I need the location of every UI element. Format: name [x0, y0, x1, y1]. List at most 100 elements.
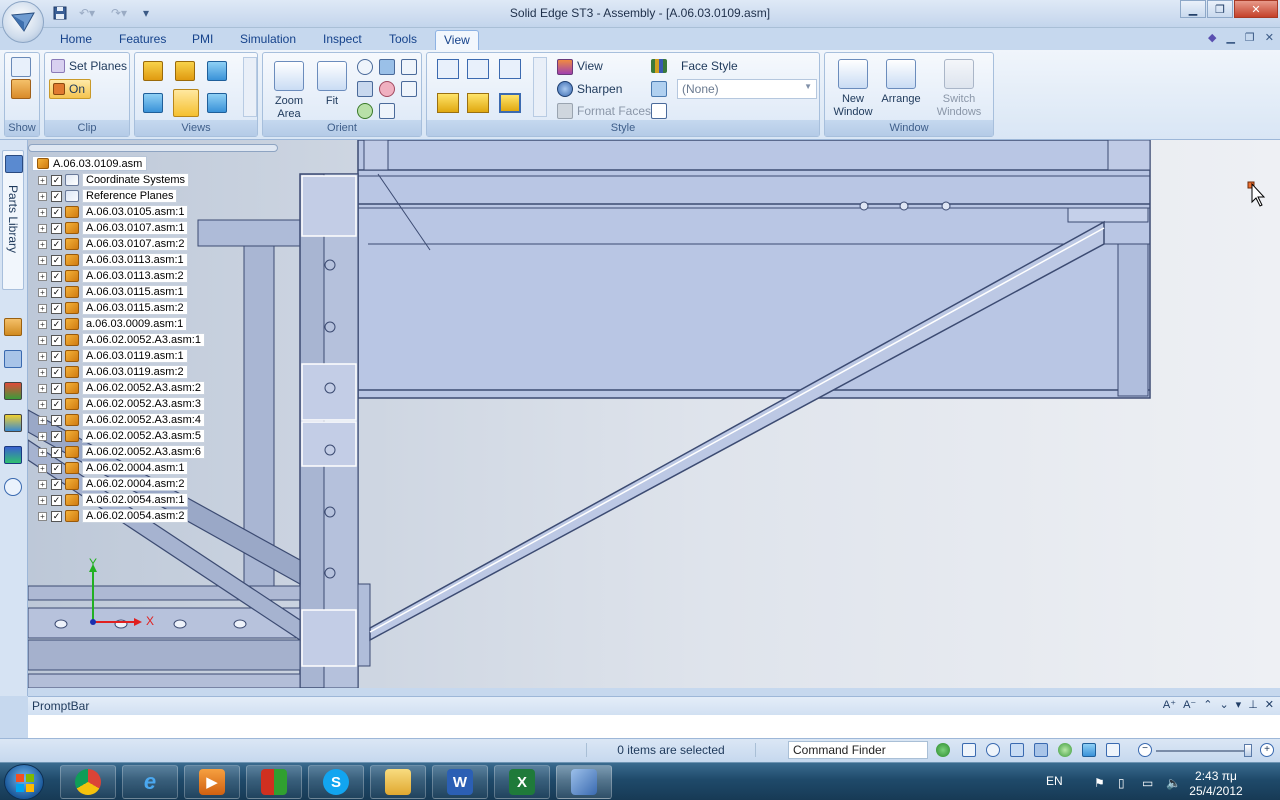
switch-windows-button[interactable]: Switch Windows — [927, 59, 991, 119]
set-planes-button[interactable]: Set Planes — [69, 59, 127, 73]
start-button[interactable] — [4, 764, 44, 800]
menu-icon[interactable]: ▾ — [1236, 698, 1242, 711]
action-center-icon[interactable]: ⚑ — [1094, 776, 1108, 790]
hidden-edges-cube-icon[interactable] — [499, 59, 521, 79]
view-front-icon[interactable] — [143, 61, 163, 81]
taskbar-app-red-green[interactable] — [246, 765, 302, 799]
layers-icon[interactable] — [4, 350, 22, 368]
expand-icon[interactable]: + — [38, 287, 47, 297]
views-gallery-scroll[interactable] — [243, 57, 257, 117]
visibility-checkbox[interactable]: ✓ — [51, 174, 62, 186]
shaded-edges-cube-icon[interactable] — [467, 93, 489, 113]
promptbar-close-icon[interactable]: ✕ — [1265, 698, 1274, 711]
view-left-icon[interactable] — [143, 93, 163, 113]
help-icon[interactable]: ◆ — [1208, 31, 1216, 44]
tab-simulation[interactable]: Simulation — [232, 30, 304, 50]
visibility-checkbox[interactable]: ✓ — [51, 190, 62, 202]
tree-item[interactable]: + ✓ A.06.02.0052.A3.asm:4 — [38, 412, 205, 428]
rotate-status-icon[interactable] — [1058, 743, 1072, 757]
visibility-checkbox[interactable]: ✓ — [51, 350, 62, 362]
format-faces-button[interactable]: Format Faces — [577, 104, 651, 118]
tree-item[interactable]: + ✓ A.06.03.0105.asm:1 — [38, 204, 189, 220]
view-iso-icon[interactable] — [173, 89, 199, 117]
tree-item[interactable]: + ✓ A.06.03.0115.asm:1 — [38, 284, 188, 300]
expand-icon[interactable]: + — [38, 479, 47, 489]
taskbar-skype[interactable]: S — [308, 765, 364, 799]
command-finder-input[interactable]: Command Finder — [788, 741, 928, 759]
rotate-icon[interactable] — [357, 81, 373, 97]
tree-item[interactable]: + ✓ A.06.02.0052.A3.asm:1 — [38, 332, 205, 348]
expand-icon[interactable]: + — [38, 303, 47, 313]
tree-item[interactable]: + ✓ A.06.03.0113.asm:1 — [38, 252, 188, 268]
expand-icon[interactable]: + — [38, 511, 47, 521]
visibility-checkbox[interactable]: ✓ — [51, 254, 62, 266]
expand-icon[interactable]: + — [38, 175, 47, 185]
expand-icon[interactable]: + — [38, 223, 47, 233]
tree-root[interactable]: A.06.03.0109.asm — [32, 156, 148, 171]
pathfinder-resize-handle[interactable] — [28, 144, 278, 152]
tree-item[interactable]: + ✓ A.06.02.0054.asm:1 — [38, 492, 189, 508]
visibility-checkbox[interactable]: ✓ — [51, 430, 62, 442]
pin-icon[interactable]: ⊥ — [1248, 698, 1258, 711]
restore-icon[interactable]: ❐ — [1207, 0, 1233, 18]
tree-item[interactable]: + ✓ A.06.03.0107.asm:2 — [38, 236, 189, 252]
clock-date[interactable]: 25/4/2012 — [1176, 784, 1256, 798]
expand-icon[interactable]: + — [38, 431, 47, 441]
family-of-parts-icon[interactable] — [4, 446, 22, 464]
zoom-out-icon[interactable]: − — [1138, 743, 1152, 757]
fit-button[interactable]: Fit — [315, 61, 349, 108]
zoom-slider-track[interactable] — [1156, 750, 1252, 752]
expand-icon[interactable]: + — [38, 351, 47, 361]
zoom-slider[interactable]: − + — [1138, 743, 1276, 758]
doc-close-icon[interactable]: ✕ — [1265, 31, 1274, 44]
expand-icon[interactable]: + — [38, 207, 47, 217]
visibility-checkbox[interactable]: ✓ — [51, 382, 62, 394]
collapse-icon[interactable]: ⌃ — [1203, 698, 1212, 711]
settings-icon[interactable] — [4, 478, 22, 496]
pan-icon[interactable] — [379, 59, 395, 75]
visibility-checkbox[interactable]: ✓ — [51, 206, 62, 218]
shaded-cube-icon[interactable] — [437, 93, 459, 113]
power-icon[interactable]: ▯ — [1118, 776, 1132, 790]
view-bottom-icon[interactable] — [207, 93, 227, 113]
parts-library-tab[interactable]: Parts Library — [2, 150, 24, 290]
tab-features[interactable]: Features — [111, 30, 174, 50]
view-top-icon[interactable] — [175, 61, 195, 81]
show-parts-icon[interactable] — [11, 79, 31, 99]
tab-home[interactable]: Home — [52, 30, 100, 50]
tree-item[interactable]: + ✓ A.06.02.0004.asm:1 — [38, 460, 189, 476]
tree-item[interactable]: + ✓ A.06.02.0052.A3.asm:2 — [38, 380, 205, 396]
tree-item[interactable]: + ✓ A.06.02.0004.asm:2 — [38, 476, 189, 492]
new-window-button[interactable]: New Window — [829, 59, 877, 119]
tree-item[interactable]: + ✓ A.06.03.0113.asm:2 — [38, 268, 188, 284]
view-restore-icon[interactable] — [401, 59, 417, 75]
visibility-checkbox[interactable]: ✓ — [51, 494, 62, 506]
zoom-status-icon[interactable] — [986, 743, 1000, 757]
view-right-icon[interactable] — [207, 61, 227, 81]
tree-item[interactable]: + ✓ a.06.03.0009.asm:1 — [38, 316, 188, 332]
refresh-icon[interactable] — [936, 743, 950, 757]
taskbar-file-explorer[interactable] — [370, 765, 426, 799]
pathfinder-icon[interactable] — [4, 318, 22, 336]
previous-view-icon[interactable] — [357, 103, 373, 119]
doc-minimize-icon[interactable]: ▁ — [1226, 31, 1234, 44]
expand-icon[interactable]: + — [38, 399, 47, 409]
minimize-icon[interactable]: ▁ — [1180, 0, 1206, 18]
paint-icon[interactable] — [651, 81, 667, 97]
tree-item[interactable]: + ✓ A.06.02.0054.asm:2 — [38, 508, 189, 524]
style-gallery-scroll[interactable] — [533, 57, 547, 117]
expand-icon[interactable]: + — [38, 495, 47, 505]
visibility-checkbox[interactable]: ✓ — [51, 318, 62, 330]
sharpen-dropdown[interactable]: Sharpen — [577, 82, 622, 96]
expand-icon[interactable]: + — [38, 191, 47, 201]
expand-icon[interactable]: + — [38, 415, 47, 425]
fit-status-icon[interactable] — [1010, 743, 1024, 757]
zoom-area-status-icon[interactable] — [962, 743, 976, 757]
view-wire-status-icon[interactable] — [1106, 743, 1120, 757]
zoom-slider-thumb[interactable] — [1244, 744, 1252, 757]
spin-icon[interactable] — [379, 81, 395, 97]
font-increase-icon[interactable]: A⁺ — [1163, 698, 1176, 711]
taskbar-solid-edge[interactable] — [556, 765, 612, 799]
zoom-area-button[interactable]: Zoom Area — [271, 61, 307, 121]
visibility-checkbox[interactable]: ✓ — [51, 286, 62, 298]
